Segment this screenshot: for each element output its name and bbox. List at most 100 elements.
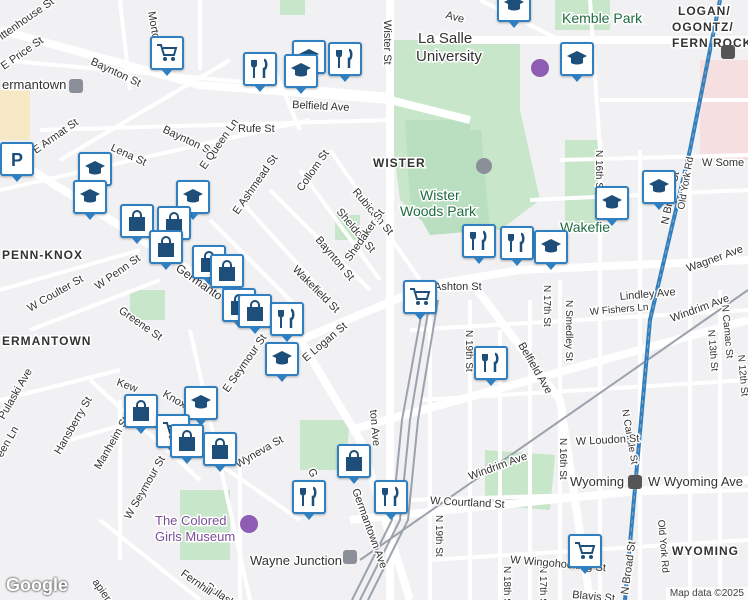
map-canvas[interactable]: WISTER PENN-KNOX ermantown ERMANTOWN LOG… bbox=[0, 0, 748, 600]
street-old-york-2: Old York Rd bbox=[655, 519, 671, 573]
graduation-cap-icon bbox=[291, 63, 311, 77]
restaurant-marker[interactable] bbox=[374, 480, 408, 520]
street-n-17th: N 17th St bbox=[541, 285, 552, 327]
shopping-bag-icon bbox=[129, 210, 145, 231]
poi-wayne-junction: Wayne Junction bbox=[250, 553, 342, 568]
shopping-bag-marker[interactable] bbox=[210, 254, 244, 294]
subway-icon bbox=[628, 475, 642, 489]
hood-penn-knox: PENN-KNOX bbox=[2, 248, 83, 262]
hood-germantown: ERMANTOWN bbox=[2, 334, 91, 348]
shopping-bag-icon bbox=[346, 450, 362, 471]
fork-knife-icon bbox=[300, 486, 317, 506]
restaurant-marker[interactable] bbox=[462, 224, 496, 264]
street-ashton: Ashton St bbox=[434, 281, 482, 293]
shopping-cart-icon bbox=[575, 542, 596, 559]
poi-la-salle-2: University bbox=[416, 48, 482, 65]
school-marker[interactable] bbox=[284, 54, 318, 94]
street-belfield-1: Belfield Ave bbox=[292, 99, 350, 114]
shopping-bag-icon bbox=[247, 300, 263, 321]
commercial-area bbox=[0, 90, 30, 140]
street-kew: Kew bbox=[115, 377, 139, 396]
fork-knife-icon bbox=[508, 232, 525, 252]
shopping-bag-marker[interactable] bbox=[203, 432, 237, 472]
shopping-bag-marker[interactable] bbox=[170, 424, 204, 464]
fork-knife-icon bbox=[482, 352, 499, 372]
street-blavis: Blavis St bbox=[572, 589, 616, 600]
shopping-bag-marker[interactable] bbox=[149, 230, 183, 270]
google-logo[interactable]: Google bbox=[6, 575, 68, 596]
street-n-16th-2: N 16th St bbox=[557, 438, 568, 480]
school-marker[interactable] bbox=[642, 170, 676, 210]
street-e-seymour: E Seymour St bbox=[221, 332, 270, 394]
graduation-cap-icon bbox=[541, 239, 561, 253]
poi-wister-woods-2: Woods Park bbox=[400, 203, 477, 219]
graduation-cap-icon bbox=[602, 195, 622, 209]
fork-knife-icon bbox=[336, 48, 353, 68]
street-ton-ave: ton Ave bbox=[367, 409, 382, 446]
street-w-some: W Some bbox=[702, 157, 744, 169]
graduation-cap-icon bbox=[272, 351, 292, 365]
parking-marker[interactable]: P bbox=[0, 142, 34, 182]
school-marker[interactable] bbox=[560, 42, 594, 82]
shopping-cart-marker[interactable] bbox=[568, 534, 602, 574]
school-marker[interactable] bbox=[497, 0, 531, 28]
school-marker[interactable] bbox=[73, 180, 107, 220]
map-attribution[interactable]: Map data ©2025 bbox=[665, 587, 748, 600]
street-wyoming: Wyoming bbox=[570, 474, 624, 489]
street-apier: apier St bbox=[90, 577, 122, 600]
street-belfield-2: Belfield Ave bbox=[515, 341, 554, 397]
street-n-smedley: N Smedley St bbox=[563, 300, 574, 361]
street-een-ln: een Ln bbox=[0, 424, 21, 459]
shopping-cart-icon bbox=[157, 44, 178, 61]
subway-icon bbox=[721, 45, 735, 59]
hood-wyoming: WYOMING bbox=[672, 544, 739, 558]
fork-knife-icon bbox=[251, 58, 268, 78]
shopping-bag-icon bbox=[133, 400, 149, 421]
restaurant-marker[interactable] bbox=[270, 302, 304, 342]
school-marker[interactable] bbox=[534, 230, 568, 270]
poi-colored-girls-1: The Colored bbox=[155, 513, 227, 528]
street-wister: Wister St bbox=[381, 20, 393, 65]
park-area bbox=[280, 0, 305, 15]
street-w-wyoming: W Wyoming Ave bbox=[648, 474, 743, 489]
hood-ogontz: OGONTZ/ bbox=[672, 20, 734, 34]
hood-logan: LOGAN/ bbox=[678, 4, 731, 18]
graduation-cap-icon bbox=[183, 189, 203, 203]
street-n-19th-2: N 19th St bbox=[433, 515, 444, 557]
street-rufe: Rufe St bbox=[238, 123, 275, 135]
university-icon bbox=[476, 158, 492, 174]
street-w-penn: W Penn St bbox=[93, 252, 143, 292]
poi-colored-girls-2: Girls Museum bbox=[155, 529, 235, 544]
street-ave-top: Ave bbox=[444, 9, 465, 25]
shopping-bag-icon bbox=[179, 430, 195, 451]
restaurant-marker[interactable] bbox=[292, 480, 326, 520]
shopping-bag-icon bbox=[212, 438, 228, 459]
poi-kemble-park: Kemble Park bbox=[562, 10, 643, 26]
museum-icon bbox=[240, 515, 258, 533]
graduation-cap-icon bbox=[191, 395, 211, 409]
svg-text:P: P bbox=[11, 150, 23, 170]
shopping-bag-icon bbox=[219, 260, 235, 281]
restaurant-marker[interactable] bbox=[474, 346, 508, 386]
fork-knife-icon bbox=[382, 486, 399, 506]
shopping-cart-icon bbox=[410, 288, 431, 305]
shopping-bag-marker[interactable] bbox=[238, 294, 272, 334]
school-marker[interactable] bbox=[265, 342, 299, 382]
shopping-bag-marker[interactable] bbox=[124, 394, 158, 434]
restaurant-marker[interactable] bbox=[500, 226, 534, 266]
restaurant-marker[interactable] bbox=[328, 42, 362, 82]
school-marker[interactable] bbox=[595, 186, 629, 226]
shopping-bag-marker[interactable] bbox=[337, 444, 371, 484]
street-n-17th-2: N 17th St bbox=[537, 566, 548, 600]
shopping-cart-marker[interactable] bbox=[403, 280, 437, 320]
street-n-12th: N 12th St bbox=[735, 354, 748, 397]
graduation-cap-icon bbox=[504, 0, 524, 11]
street-n-19th: N 19th St bbox=[463, 330, 474, 372]
shopping-bag-icon bbox=[158, 236, 174, 257]
graduation-cap-icon bbox=[85, 161, 105, 175]
restaurant-marker[interactable] bbox=[243, 52, 277, 92]
shopping-cart-marker[interactable] bbox=[150, 36, 184, 76]
graduation-cap-icon bbox=[649, 179, 669, 193]
museum-icon bbox=[531, 59, 549, 77]
graduation-cap-icon bbox=[80, 189, 100, 203]
